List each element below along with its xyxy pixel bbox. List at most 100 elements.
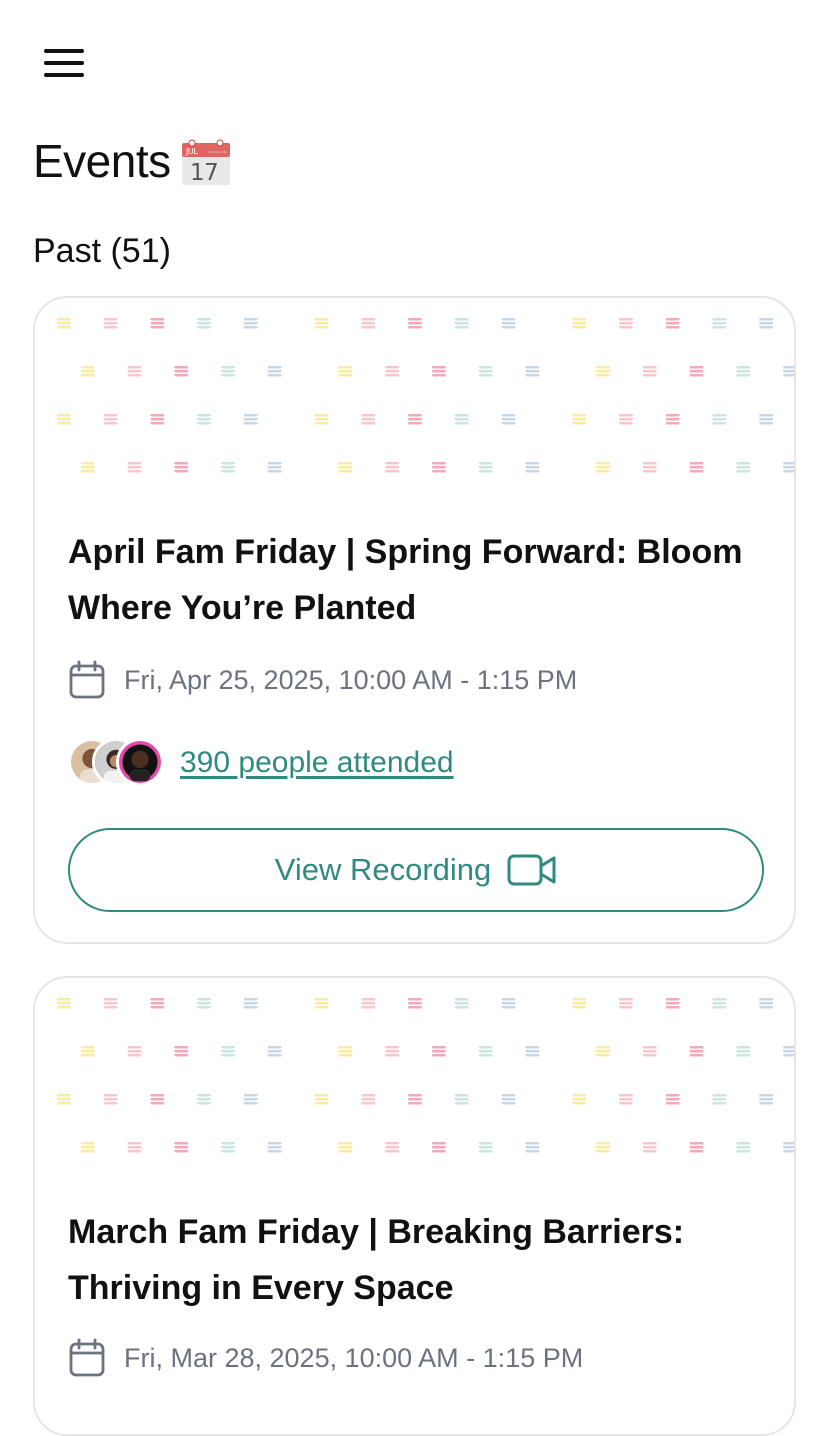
pattern-dash (736, 1054, 751, 1057)
pattern-dash (736, 1050, 751, 1053)
pattern-dash (572, 326, 587, 329)
pattern-dash (150, 322, 165, 325)
pattern-dash (783, 1050, 794, 1053)
pattern-dash (642, 1146, 657, 1149)
pattern-dash (408, 1098, 422, 1101)
pattern-dash (431, 1046, 446, 1049)
event-date-text: Fri, Apr 25, 2025, 10:00 AM - 1:15 PM (124, 664, 578, 695)
pattern-dash (314, 418, 329, 421)
pattern-dash (314, 1098, 329, 1101)
pattern-dash (525, 370, 540, 373)
pattern-dash (243, 1006, 258, 1009)
pattern-dash (56, 1002, 71, 1005)
calendar-icon-month: JUL (185, 147, 198, 156)
pattern-dash (127, 370, 142, 373)
pattern-dash (596, 1054, 610, 1057)
event-date: Fri, Apr 25, 2025, 10:00 AM - 1:15 PM (68, 660, 577, 700)
pattern-dash (338, 470, 353, 473)
pattern-dash (314, 1094, 329, 1097)
pattern-dash (221, 1142, 235, 1145)
pattern-dash (385, 1146, 400, 1149)
pattern-dash (596, 374, 610, 377)
pattern-dash (56, 322, 71, 325)
event-title[interactable]: March Fam Friday | Breaking Barriers: Th… (68, 1204, 768, 1316)
pattern-dash (338, 374, 353, 377)
pattern-dash (361, 998, 376, 1001)
pattern-dash (243, 998, 258, 1001)
pattern-dash (361, 422, 376, 425)
pattern-dash (618, 322, 633, 325)
pattern-dash (338, 1150, 353, 1153)
pattern-dash (431, 370, 446, 373)
pattern-dash (103, 414, 118, 417)
pattern-dash (642, 470, 657, 473)
pattern-dash (174, 374, 189, 377)
pattern-dash (408, 422, 422, 425)
pattern-dash (478, 1046, 493, 1049)
pattern-dash (431, 1142, 446, 1145)
pattern-dash (783, 466, 794, 469)
pattern-dash (596, 366, 610, 369)
pattern-dash (267, 466, 282, 469)
pattern-dash (431, 1146, 446, 1149)
pattern-dash (478, 1150, 493, 1153)
pattern-dash (501, 1102, 516, 1105)
pattern-dash (596, 1142, 610, 1145)
pattern-dash (267, 1054, 282, 1057)
pattern-dash (525, 1046, 540, 1049)
view-recording-button[interactable]: View Recording (68, 828, 764, 912)
event-card[interactable]: April Fam Friday | Spring Forward: Bloom… (33, 296, 796, 944)
pattern-dash (314, 318, 329, 321)
pattern-dash (736, 1150, 751, 1153)
pattern-dash (361, 1006, 376, 1009)
pattern-dash (642, 374, 657, 377)
menu-bar (44, 73, 84, 77)
pattern-dash (618, 1006, 633, 1009)
pattern-dash (501, 1002, 516, 1005)
attendees-link[interactable]: 390 people attended (180, 746, 454, 780)
pattern-dash (596, 1150, 610, 1153)
pattern-dash (314, 322, 329, 325)
pattern-dash (385, 374, 400, 377)
event-title[interactable]: April Fam Friday | Spring Forward: Bloom… (68, 524, 768, 636)
pattern-dash (783, 1046, 794, 1049)
pattern-dash (197, 1098, 212, 1101)
pattern-dash (361, 326, 376, 329)
pattern-dash (431, 374, 446, 377)
avatar (116, 738, 164, 786)
pattern-dash (385, 1054, 400, 1057)
event-card[interactable]: March Fam Friday | Breaking Barriers: Th… (33, 976, 796, 1436)
pattern-dash (103, 422, 118, 425)
pattern-dash (56, 326, 71, 329)
pattern-dash (314, 1002, 329, 1005)
pattern-dash (150, 418, 165, 421)
pattern-dash (385, 1142, 400, 1145)
hamburger-menu-icon[interactable] (44, 49, 84, 79)
pattern-dash (454, 318, 469, 321)
pattern-dash (127, 1142, 142, 1145)
pattern-dash (243, 326, 258, 329)
pattern-dash (642, 462, 657, 465)
pattern-dash (665, 326, 680, 329)
pattern-dash (80, 462, 95, 465)
pattern-dash (501, 1094, 516, 1097)
pattern-dash (338, 366, 353, 369)
pattern-dash (501, 322, 516, 325)
pattern-dash (454, 1102, 469, 1105)
pattern-dash (408, 998, 422, 1001)
pattern-dash (197, 414, 212, 417)
pattern-dash (127, 470, 142, 473)
pattern-dash (243, 1102, 258, 1105)
pattern-dash (572, 1002, 587, 1005)
pattern-dash (618, 1094, 633, 1097)
pattern-dash (736, 370, 751, 373)
pattern-dash (361, 1102, 376, 1105)
pattern-dash (150, 318, 165, 321)
pattern-dash (665, 998, 680, 1001)
pattern-dash (759, 1098, 774, 1101)
pattern-dash (243, 318, 258, 321)
pattern-dash (572, 414, 587, 417)
pattern-dash (525, 1050, 540, 1053)
pattern-dash (56, 422, 71, 425)
pattern-dash (525, 466, 540, 469)
